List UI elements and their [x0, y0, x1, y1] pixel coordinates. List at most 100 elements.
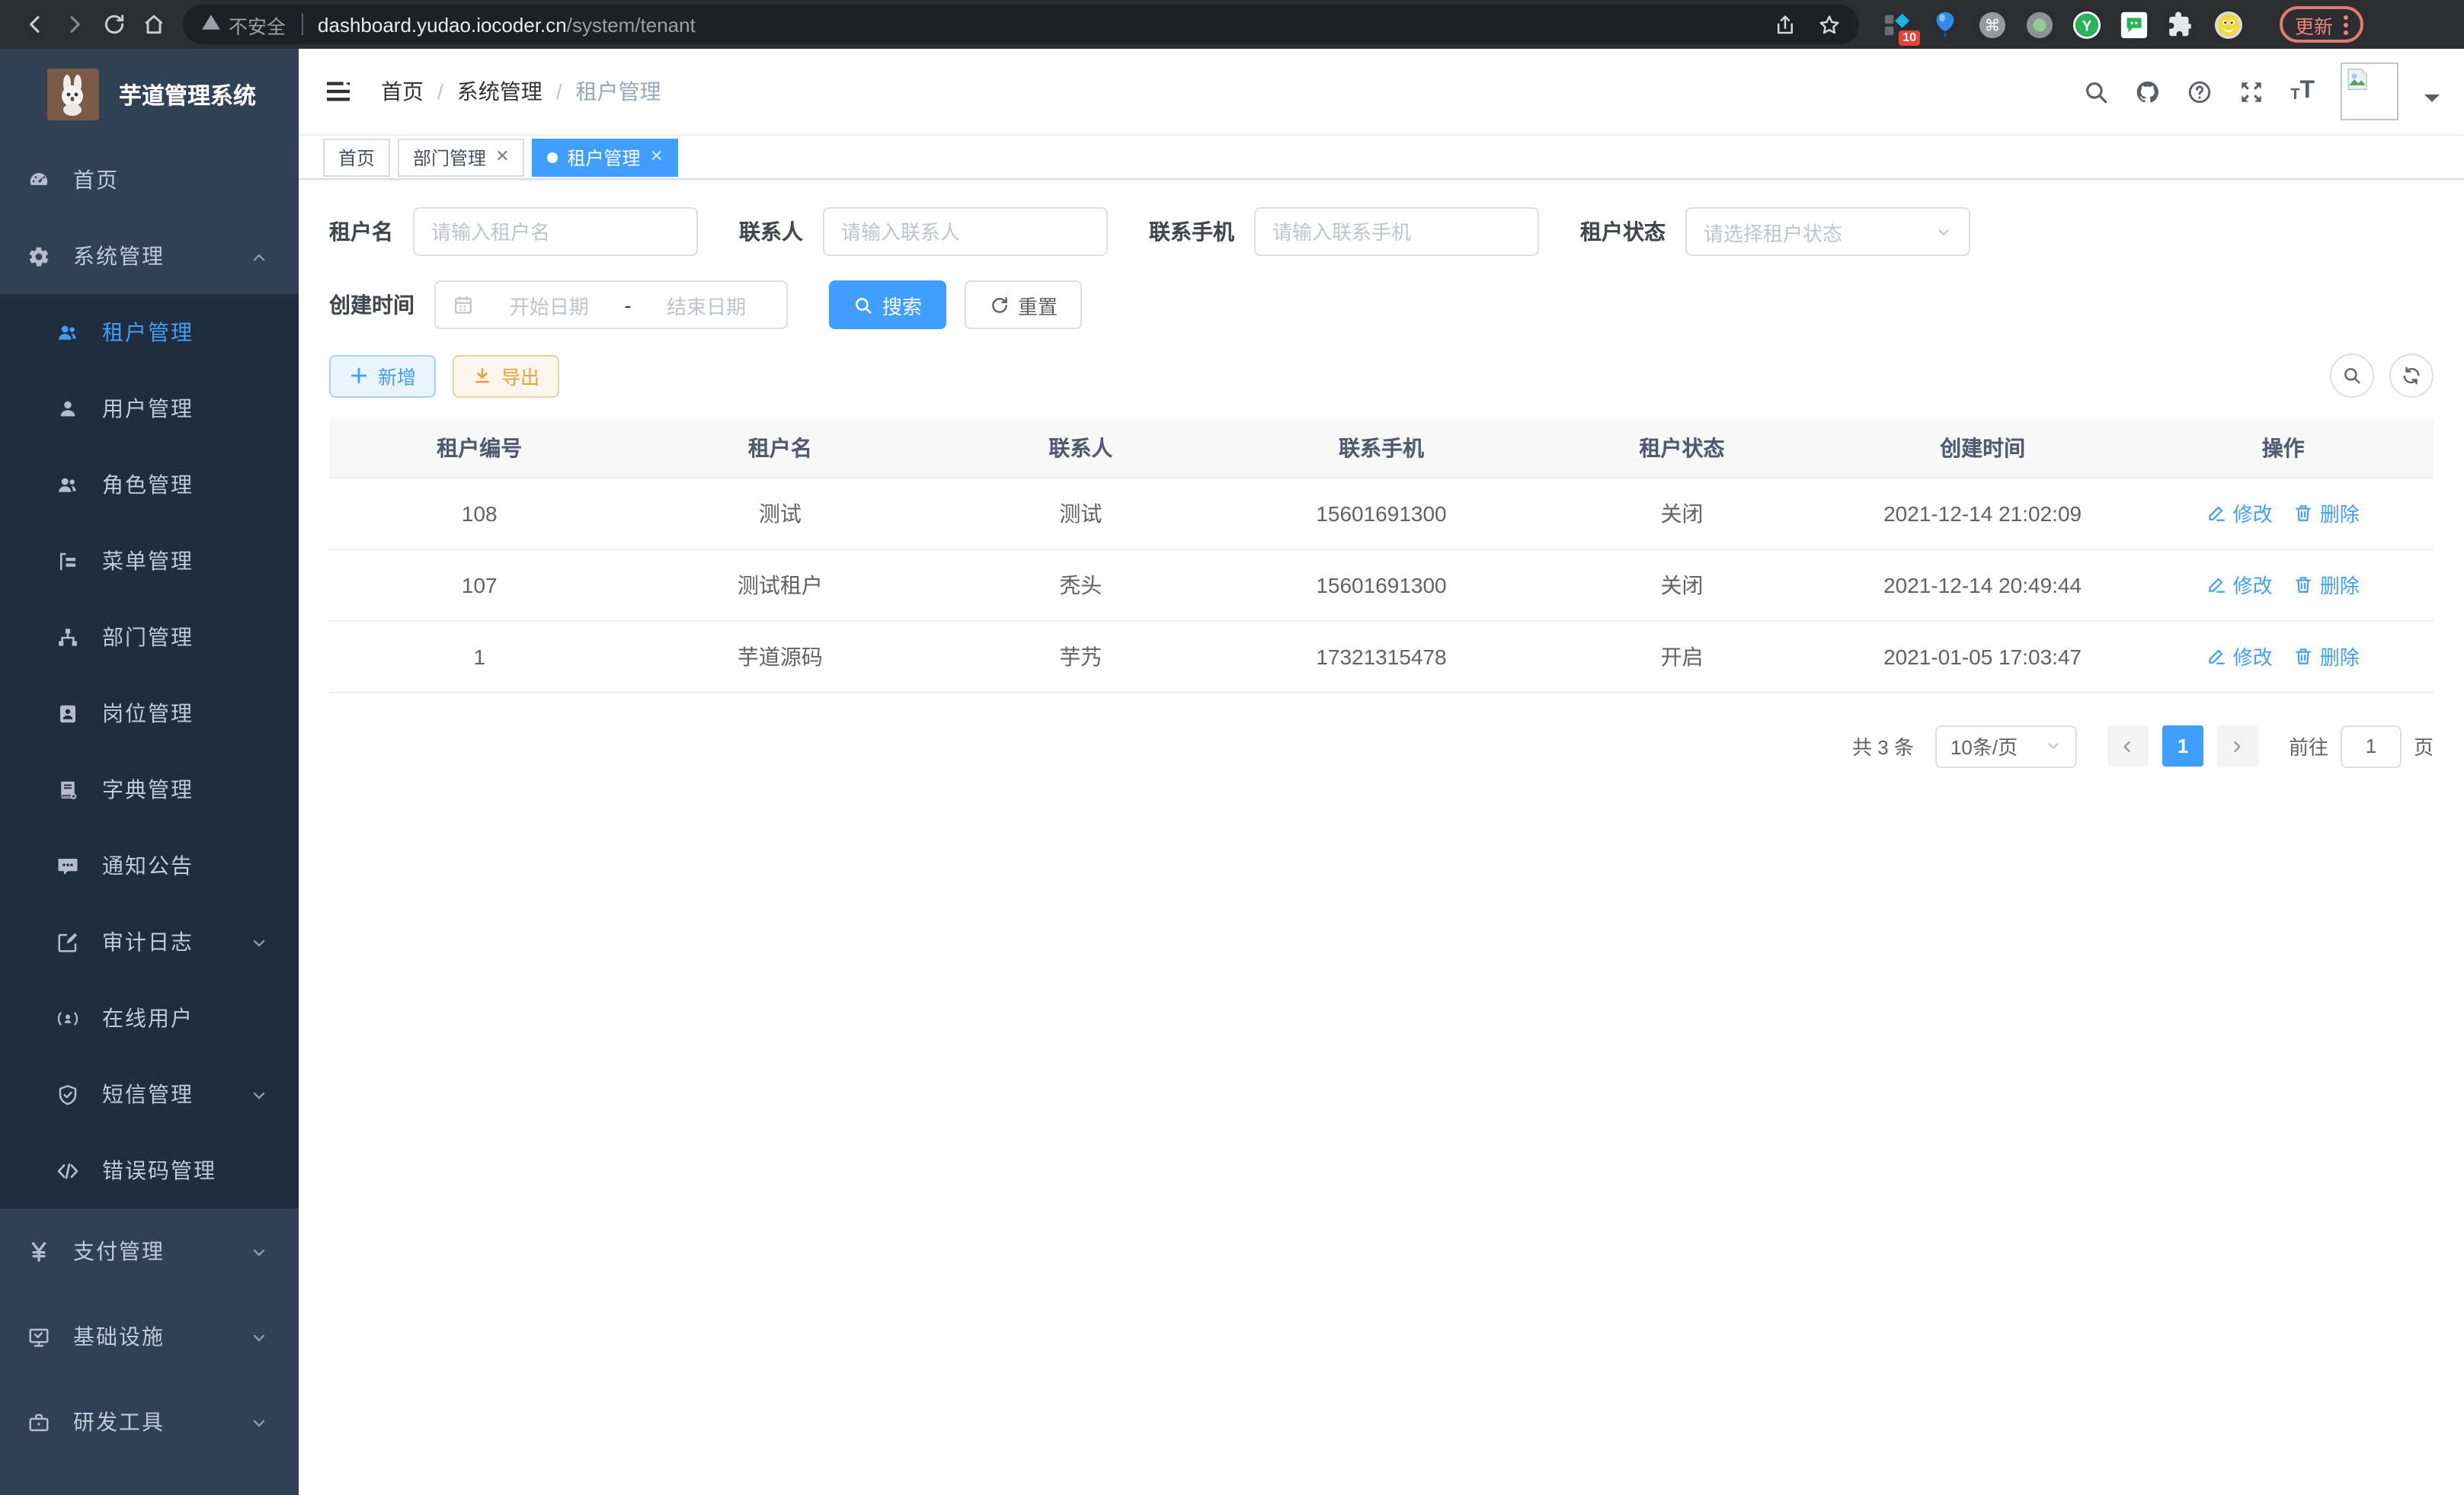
diamond-extension-icon[interactable]: 10 [1883, 10, 1912, 39]
tags-view: 首页 部门管理 ✕ 租户管理 ✕ [299, 134, 2464, 180]
page-unit-label: 页 [2414, 731, 2434, 760]
app-logo-row[interactable]: 芋道管理系统 [0, 49, 299, 126]
cell-status: 关闭 [1531, 477, 1832, 549]
tenant-name-input-wrap [413, 207, 698, 256]
contact-input[interactable] [841, 220, 1090, 243]
tab-home[interactable]: 首页 [323, 138, 390, 176]
tab-dept[interactable]: 部门管理 ✕ [398, 138, 524, 176]
help-icon[interactable] [2187, 78, 2213, 104]
date-start-placeholder[interactable]: 开始日期 [486, 290, 613, 319]
search-icon[interactable] [2083, 78, 2109, 104]
export-button[interactable]: 导出 [453, 354, 559, 397]
forward-icon[interactable] [55, 5, 94, 44]
yuque-extension-icon[interactable]: Y [2072, 10, 2101, 39]
tenant-users-icon [56, 321, 79, 344]
sidebar-item-dict[interactable]: 字典管理 [0, 751, 299, 828]
breadcrumb-current: 租户管理 [576, 76, 661, 107]
font-size-icon[interactable]: TT [2290, 79, 2315, 104]
edit-link[interactable]: 修改 [2207, 570, 2273, 599]
reset-button[interactable]: 重置 [965, 280, 1082, 329]
filter-row-2: 创建时间 开始日期 - 结束日期 搜索 [329, 280, 2434, 329]
status-select[interactable]: 请选择租户状态 [1685, 207, 1970, 256]
sidebar-item-label: 错误码管理 [102, 1155, 268, 1186]
fullscreen-icon[interactable] [2238, 78, 2264, 104]
sidebar-item-notice[interactable]: 通知公告 [0, 828, 299, 904]
add-button[interactable]: 新增 [329, 354, 436, 397]
command-extension-icon[interactable]: ⌘ [1978, 10, 2007, 39]
org-chart-icon [56, 626, 79, 648]
sidebar-item-tenant[interactable]: 租户管理 [0, 294, 299, 370]
recorder-extension-icon[interactable] [2025, 10, 2054, 39]
page-size-select[interactable]: 10条/页 [1935, 725, 2077, 767]
goto-page-input[interactable] [2341, 725, 2402, 767]
url-path[interactable]: /system/tenant [567, 13, 696, 36]
address-bar[interactable]: 不安全 dashboard.yudao.iocoder.cn/system/te… [183, 5, 1859, 44]
share-icon[interactable] [1774, 13, 1797, 36]
sidebar-item-post[interactable]: 岗位管理 [0, 675, 299, 751]
sidebar-item-role[interactable]: 角色管理 [0, 447, 299, 523]
mobile-label: 联系手机 [1149, 216, 1234, 247]
browser-menu-icon[interactable] [2344, 14, 2348, 34]
page-number-button[interactable]: 1 [2162, 725, 2203, 767]
sidebar-item-dept[interactable]: 部门管理 [0, 599, 299, 675]
sidebar-item-user[interactable]: 用户管理 [0, 370, 299, 447]
delete-link[interactable]: 删除 [2294, 570, 2360, 599]
github-icon[interactable] [2135, 78, 2161, 104]
sidebar-item-online-user[interactable]: 在线用户 [0, 980, 299, 1056]
extensions-puzzle-icon[interactable] [2167, 10, 2196, 39]
delete-link[interactable]: 删除 [2294, 642, 2360, 671]
avatar-caret-icon[interactable] [2424, 94, 2440, 110]
delete-link[interactable]: 删除 [2294, 498, 2360, 527]
calendar-icon [453, 294, 474, 315]
tab-tenant[interactable]: 租户管理 ✕ [533, 138, 679, 176]
breadcrumb-home[interactable]: 首页 [381, 76, 424, 107]
cell-contact: 秃头 [930, 549, 1231, 620]
cell-tenant-name: 芋道源码 [630, 620, 931, 692]
close-icon[interactable]: ✕ [495, 149, 509, 165]
browser-update-button[interactable]: 更新 [2280, 6, 2363, 43]
reload-icon[interactable] [94, 5, 134, 44]
avatar[interactable] [2341, 62, 2398, 120]
date-end-placeholder[interactable]: 结束日期 [643, 290, 770, 319]
col-mobile: 联系手机 [1231, 419, 1532, 477]
mobile-input[interactable] [1272, 220, 1521, 243]
home-icon[interactable] [134, 5, 174, 44]
page-size-value: 10条/页 [1950, 731, 2018, 760]
cell-status: 开启 [1531, 620, 1832, 692]
security-label[interactable]: 不安全 [229, 10, 286, 39]
sidebar-item-infrastructure[interactable]: 基础设施 [0, 1294, 299, 1379]
sidebar-item-home[interactable]: 首页 [0, 142, 299, 218]
sidebar-item-payment[interactable]: 支付管理 [0, 1208, 299, 1294]
search-button[interactable]: 搜索 [829, 280, 946, 329]
chat-extension-icon[interactable] [2120, 10, 2149, 39]
close-icon[interactable]: ✕ [650, 149, 664, 165]
next-page-button[interactable] [2217, 725, 2258, 767]
toggle-search-button[interactable] [2330, 354, 2374, 398]
gear-icon [27, 245, 50, 267]
sidebar-item-menu[interactable]: 菜单管理 [0, 523, 299, 599]
sidebar-item-dev-tools[interactable]: 研发工具 [0, 1379, 299, 1465]
tenant-name-input[interactable] [431, 220, 680, 243]
chevron-down-icon [250, 1242, 268, 1260]
prev-page-button[interactable] [2107, 725, 2149, 767]
sidebar-item-sms[interactable]: 短信管理 [0, 1056, 299, 1132]
bookmark-star-icon[interactable] [1818, 13, 1841, 36]
sidebar-item-system[interactable]: 系统管理 [0, 218, 299, 294]
url-host[interactable]: dashboard.yudao.iocoder.cn [318, 13, 567, 36]
sidebar-item-label: 角色管理 [102, 469, 268, 500]
table-row: 107 测试租户 秃头 15601691300 关闭 2021-12-14 20… [329, 549, 2434, 620]
profile-avatar-icon[interactable] [2214, 10, 2243, 39]
sidebar-item-error-code[interactable]: 错误码管理 [0, 1132, 299, 1208]
edit-link[interactable]: 修改 [2207, 642, 2273, 671]
date-range-picker[interactable]: 开始日期 - 结束日期 [434, 280, 788, 329]
refresh-icon [2402, 366, 2421, 386]
edit-link[interactable]: 修改 [2207, 498, 2273, 527]
back-icon[interactable] [15, 5, 55, 44]
balloon-extension-icon[interactable] [1931, 10, 1960, 39]
sidebar-toggle-icon[interactable] [323, 76, 354, 107]
breadcrumb-system[interactable]: 系统管理 [457, 76, 542, 107]
svg-text:Y: Y [2082, 18, 2092, 34]
sidebar-item-audit-log[interactable]: 审计日志 [0, 904, 299, 980]
col-actions: 操作 [2133, 419, 2434, 477]
refresh-table-button[interactable] [2389, 354, 2434, 398]
